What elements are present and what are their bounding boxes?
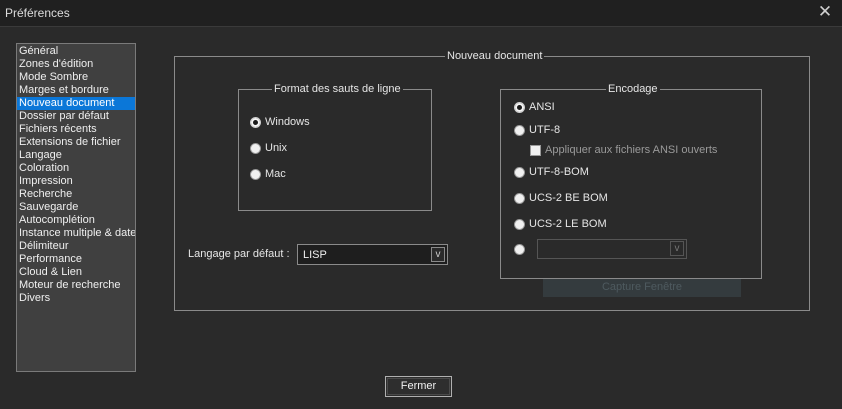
radio-unix-button[interactable]	[250, 142, 261, 154]
capture-window-button[interactable]: Capture Fenêtre	[543, 278, 741, 297]
sidebar-item[interactable]: Dossier par défaut	[17, 110, 135, 123]
radio-other-encoding[interactable]	[514, 242, 529, 256]
radio-windows-button[interactable]	[250, 116, 261, 128]
radio-utf8-label: UTF-8	[529, 124, 561, 136]
radio-windows-label: Windows	[265, 116, 310, 128]
radio-ucs2-be-bom-label: UCS-2 BE BOM	[529, 192, 608, 204]
sidebar-item[interactable]: Nouveau document	[17, 97, 135, 110]
radio-ucs2-be-bom[interactable]: UCS-2 BE BOM	[514, 191, 608, 205]
radio-ucs2-le-bom[interactable]: UCS-2 LE BOM	[514, 217, 607, 231]
radio-ansi-label: ANSI	[529, 101, 555, 113]
radio-utf8-bom[interactable]: UTF-8-BOM	[514, 165, 589, 179]
apply-ansi-label: Appliquer aux fichiers ANSI ouverts	[545, 144, 718, 156]
sidebar-item[interactable]: Extensions de fichier	[17, 136, 135, 149]
sidebar-item[interactable]: Langage	[17, 149, 135, 162]
radio-ucs2-le-bom-label: UCS-2 LE BOM	[529, 218, 607, 230]
encoding-group-title: Encodage	[606, 83, 660, 96]
preferences-category-list[interactable]: Général Zones d'édition Mode Sombre Marges …	[16, 43, 136, 372]
radio-other-encoding-button[interactable]	[514, 243, 525, 255]
default-language-label: Langage par défaut :	[188, 248, 290, 260]
sidebar-item[interactable]: Recherche	[17, 188, 135, 201]
radio-ansi-button[interactable]	[514, 101, 525, 113]
other-encoding-select[interactable]: v	[537, 239, 687, 259]
radio-mac-label: Mac	[265, 168, 286, 180]
sidebar-item[interactable]: Divers	[17, 292, 135, 305]
sidebar-item[interactable]: Sauvegarde	[17, 201, 135, 214]
radio-utf8-bom-label: UTF-8-BOM	[529, 166, 589, 178]
apply-ansi-checkbox[interactable]: Appliquer aux fichiers ANSI ouverts	[530, 143, 717, 157]
chevron-down-icon[interactable]: v	[431, 247, 445, 262]
sidebar-item[interactable]: Autocomplétion	[17, 214, 135, 227]
sidebar-item[interactable]: Impression	[17, 175, 135, 188]
default-language-select[interactable]: LISP v	[297, 244, 448, 265]
sidebar-item[interactable]: Coloration	[17, 162, 135, 175]
radio-ucs2-le-bom-button[interactable]	[514, 218, 525, 230]
close-button[interactable]: Fermer	[385, 376, 452, 397]
sidebar-item[interactable]: Zones d'édition	[17, 58, 135, 71]
sidebar-item[interactable]: Mode Sombre	[17, 71, 135, 84]
title-bar: Préférences ✕	[0, 0, 842, 26]
new-document-group-title: Nouveau document	[445, 50, 545, 63]
sidebar-item[interactable]: Délimiteur	[17, 240, 135, 253]
radio-windows[interactable]: Windows	[250, 115, 310, 129]
radio-mac-button[interactable]	[250, 168, 261, 180]
apply-ansi-checkbox-box[interactable]	[530, 144, 541, 156]
radio-utf8[interactable]: UTF-8	[514, 123, 560, 137]
sidebar-item[interactable]: Fichiers récents	[17, 123, 135, 136]
radio-mac[interactable]: Mac	[250, 167, 286, 181]
radio-ansi[interactable]: ANSI	[514, 100, 555, 114]
line-format-group-title: Format des sauts de ligne	[272, 83, 403, 96]
window-title: Préférences	[5, 6, 70, 20]
radio-utf8-bom-button[interactable]	[514, 166, 525, 178]
sidebar-item[interactable]: Cloud & Lien	[17, 266, 135, 279]
sidebar-item[interactable]: Instance multiple & date	[17, 227, 135, 240]
radio-unix[interactable]: Unix	[250, 141, 287, 155]
radio-ucs2-be-bom-button[interactable]	[514, 192, 525, 204]
radio-utf8-button[interactable]	[514, 124, 525, 136]
sidebar-item[interactable]: Marges et bordure	[17, 84, 135, 97]
sidebar-item[interactable]: Général	[17, 45, 135, 58]
close-icon[interactable]: ✕	[817, 3, 833, 21]
sidebar-item[interactable]: Performance	[17, 253, 135, 266]
chevron-down-icon[interactable]: v	[670, 241, 684, 256]
radio-unix-label: Unix	[265, 142, 288, 154]
sidebar-item[interactable]: Moteur de recherche	[17, 279, 135, 292]
default-language-value: LISP	[303, 249, 327, 261]
